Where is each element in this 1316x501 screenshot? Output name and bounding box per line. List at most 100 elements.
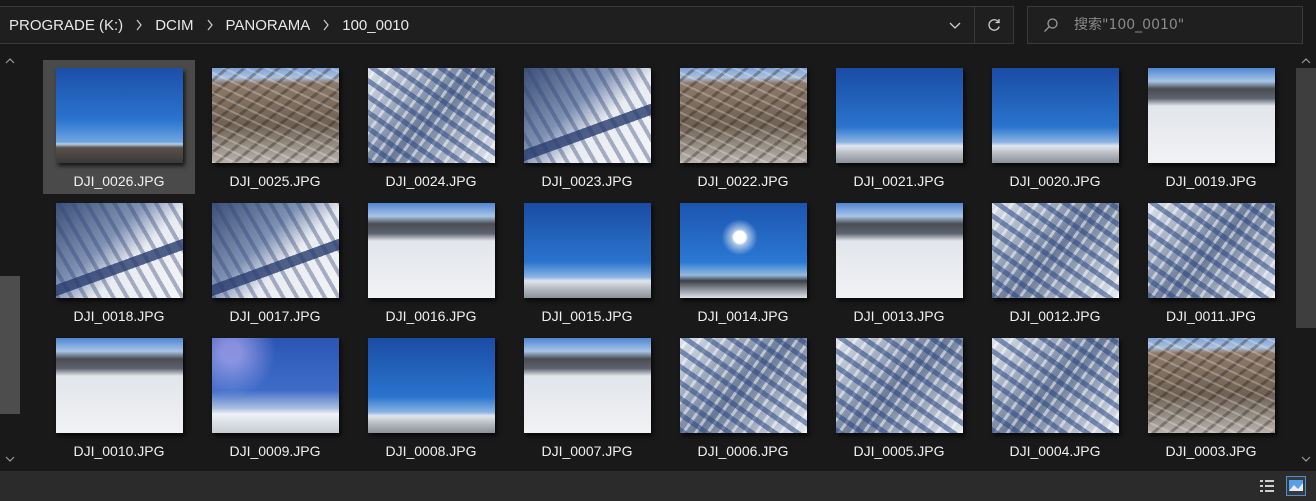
file-thumbnail[interactable] xyxy=(679,338,807,433)
file-thumbnail[interactable] xyxy=(523,203,651,298)
file-name-label: DJI_0025.JPG xyxy=(229,173,321,189)
file-tile[interactable]: DJI_0017.JPG xyxy=(199,195,351,329)
file-tile[interactable]: DJI_0024.JPG xyxy=(355,60,507,194)
file-name-label: DJI_0014.JPG xyxy=(697,308,789,324)
file-name-label: DJI_0012.JPG xyxy=(1009,308,1101,324)
file-tile[interactable]: DJI_0020.JPG xyxy=(979,60,1131,194)
file-name-label: DJI_0007.JPG xyxy=(541,443,633,459)
address-bar[interactable]: PROGRADE (K:) DCIM PANORAMA 100_0010 xyxy=(0,6,1014,44)
large-icons-view-icon[interactable] xyxy=(1286,476,1306,496)
file-thumbnail[interactable] xyxy=(55,338,183,433)
file-row: DJI_0018.JPG DJI_0017.JPG DJI_0016.JPG DJI_… xyxy=(43,195,1291,330)
chevron-right-icon[interactable] xyxy=(125,7,153,43)
file-thumbnail[interactable] xyxy=(367,338,495,433)
file-name-label: DJI_0016.JPG xyxy=(385,308,477,324)
file-name-label: DJI_0021.JPG xyxy=(853,173,945,189)
file-thumbnail[interactable] xyxy=(679,68,807,163)
scrollbar-thumb[interactable] xyxy=(0,276,20,414)
file-name-label: DJI_0011.JPG xyxy=(1165,308,1256,324)
file-tile[interactable]: DJI_0006.JPG xyxy=(667,330,819,464)
file-name-label: DJI_0008.JPG xyxy=(385,443,477,459)
file-thumbnail[interactable] xyxy=(991,203,1119,298)
file-name-label: DJI_0010.JPG xyxy=(73,443,165,459)
breadcrumb-item-dcim[interactable]: DCIM xyxy=(153,17,195,34)
breadcrumb-item-panorama[interactable]: PANORAMA xyxy=(224,17,313,34)
scroll-down-icon[interactable] xyxy=(3,452,17,466)
file-thumbnail[interactable] xyxy=(835,338,963,433)
file-thumbnail[interactable] xyxy=(55,68,183,163)
breadcrumb-item-folder[interactable]: 100_0010 xyxy=(340,17,411,34)
file-tile[interactable]: DJI_0019.JPG xyxy=(1135,60,1287,194)
file-tile[interactable]: DJI_0021.JPG xyxy=(823,60,975,194)
file-thumbnail[interactable] xyxy=(991,68,1119,163)
file-name-label: DJI_0013.JPG xyxy=(853,308,945,324)
file-tile[interactable]: DJI_0025.JPG xyxy=(199,60,351,194)
file-row: DJI_0010.JPG DJI_0009.JPG DJI_0008.JPG DJI_… xyxy=(43,330,1291,465)
breadcrumb: PROGRADE (K:) DCIM PANORAMA 100_0010 xyxy=(0,7,936,43)
file-tile[interactable]: DJI_0005.JPG xyxy=(823,330,975,464)
file-thumbnail[interactable] xyxy=(211,338,339,433)
chevron-down-icon[interactable] xyxy=(936,7,974,43)
file-tile[interactable]: DJI_0012.JPG xyxy=(979,195,1131,329)
file-name-label: DJI_0009.JPG xyxy=(229,443,321,459)
file-tile[interactable]: DJI_0014.JPG xyxy=(667,195,819,329)
file-name-label: DJI_0004.JPG xyxy=(1009,443,1101,459)
file-name-label: DJI_0022.JPG xyxy=(697,173,789,189)
chevron-right-icon[interactable] xyxy=(312,7,340,43)
file-tile[interactable]: DJI_0016.JPG xyxy=(355,195,507,329)
breadcrumb-item-drive[interactable]: PROGRADE (K:) xyxy=(7,17,125,34)
content-scrollbar[interactable] xyxy=(1296,50,1316,470)
file-tile[interactable]: DJI_0007.JPG xyxy=(511,330,663,464)
file-thumbnail[interactable] xyxy=(991,338,1119,433)
file-thumbnail[interactable] xyxy=(835,68,963,163)
details-view-icon[interactable] xyxy=(1258,477,1276,495)
file-name-label: DJI_0026.JPG xyxy=(73,173,165,189)
scroll-up-icon[interactable] xyxy=(1299,54,1313,68)
file-name-label: DJI_0006.JPG xyxy=(697,443,789,459)
file-thumbnail[interactable] xyxy=(367,203,495,298)
file-tile[interactable]: DJI_0009.JPG xyxy=(199,330,351,464)
chevron-right-icon[interactable] xyxy=(196,7,224,43)
file-thumbnail[interactable] xyxy=(367,68,495,163)
file-name-label: DJI_0015.JPG xyxy=(541,308,633,324)
file-thumbnail[interactable] xyxy=(523,68,651,163)
file-name-label: DJI_0018.JPG xyxy=(73,308,165,324)
file-name-label: DJI_0020.JPG xyxy=(1009,173,1101,189)
search-box[interactable] xyxy=(1027,6,1303,44)
file-row: DJI_0026.JPG DJI_0025.JPG DJI_0024.JPG DJI_… xyxy=(43,60,1291,195)
file-name-label: DJI_0024.JPG xyxy=(385,173,477,189)
file-tile[interactable]: DJI_0011.JPG xyxy=(1135,195,1287,329)
file-thumbnail[interactable] xyxy=(211,68,339,163)
search-icon xyxy=(1028,17,1074,33)
file-tile[interactable]: DJI_0008.JPG xyxy=(355,330,507,464)
toolbar: PROGRADE (K:) DCIM PANORAMA 100_0010 xyxy=(0,0,1316,50)
file-tile[interactable]: DJI_0010.JPG xyxy=(43,330,195,464)
file-tile[interactable]: DJI_0015.JPG xyxy=(511,195,663,329)
left-pane-scrollbar[interactable] xyxy=(0,50,20,470)
file-name-label: DJI_0019.JPG xyxy=(1165,173,1257,189)
status-bar xyxy=(0,471,1316,501)
file-tile[interactable]: DJI_0022.JPG xyxy=(667,60,819,194)
scroll-down-icon[interactable] xyxy=(1299,452,1313,466)
file-thumbnail[interactable] xyxy=(523,338,651,433)
file-thumbnail[interactable] xyxy=(55,203,183,298)
file-name-label: DJI_0005.JPG xyxy=(853,443,945,459)
file-thumbnail[interactable] xyxy=(835,203,963,298)
file-tile[interactable]: DJI_0023.JPG xyxy=(511,60,663,194)
file-thumbnail[interactable] xyxy=(1147,338,1275,433)
refresh-icon[interactable] xyxy=(974,7,1013,43)
file-grid: DJI_0026.JPG DJI_0025.JPG DJI_0024.JPG DJI_… xyxy=(43,60,1291,465)
scrollbar-thumb[interactable] xyxy=(1296,68,1316,328)
file-tile[interactable]: DJI_0013.JPG xyxy=(823,195,975,329)
file-thumbnail[interactable] xyxy=(1147,203,1275,298)
scroll-up-icon[interactable] xyxy=(3,54,17,68)
file-thumbnail[interactable] xyxy=(211,203,339,298)
file-tile[interactable]: DJI_0003.JPG xyxy=(1135,330,1287,464)
file-thumbnail[interactable] xyxy=(679,203,807,298)
file-tile[interactable]: DJI_0004.JPG xyxy=(979,330,1131,464)
file-tile[interactable]: DJI_0018.JPG xyxy=(43,195,195,329)
file-thumbnail[interactable] xyxy=(1147,68,1275,163)
file-tile[interactable]: DJI_0026.JPG xyxy=(43,60,195,194)
search-input[interactable] xyxy=(1074,17,1284,33)
file-name-label: DJI_0023.JPG xyxy=(541,173,633,189)
